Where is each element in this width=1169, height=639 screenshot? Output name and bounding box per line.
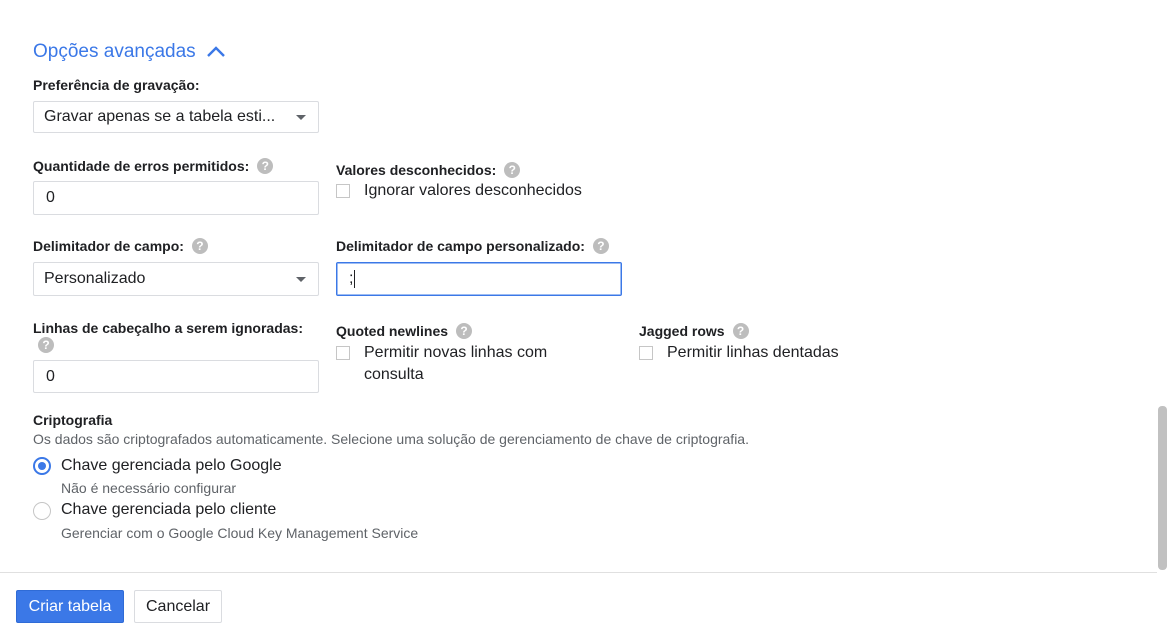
- encryption-description: Os dados são criptografados automaticame…: [33, 431, 749, 447]
- quoted-newlines-label-row: Quoted newlines?: [336, 323, 473, 340]
- allow-quoted-newlines-checkbox[interactable]: [336, 346, 350, 360]
- google-managed-key-label[interactable]: Chave gerenciada pelo Google: [61, 457, 282, 475]
- jagged-rows-label: Jagged rows: [639, 323, 725, 339]
- header-rows-label: Linhas de cabeçalho a serem ignoradas:: [33, 320, 303, 336]
- advanced-options-title: Opções avançadas: [33, 41, 196, 62]
- field-delimiter-value: Personalizado: [44, 270, 146, 287]
- allow-jagged-rows-label: Permitir linhas dentadas: [667, 344, 839, 361]
- unknown-values-label: Valores desconhecidos:: [336, 162, 497, 178]
- ignore-unknown-values-label: Ignorar valores desconhecidos: [364, 182, 582, 199]
- encryption-title: Criptografia: [33, 412, 113, 428]
- google-managed-key-sublabel: Não é necessário configurar: [61, 480, 237, 496]
- text-cursor: [354, 269, 356, 288]
- custom-delimiter-input[interactable]: ;: [336, 262, 622, 296]
- scrollbar-thumb[interactable]: [1158, 406, 1167, 570]
- write-preference-value: Gravar apenas se a tabela esti...: [44, 108, 276, 125]
- help-icon[interactable]: ?: [732, 323, 749, 340]
- allow-quoted-newlines-label: Permitir novas linhas com consulta: [364, 344, 548, 383]
- field-delimiter-label: Delimitador de campo:: [33, 238, 184, 254]
- quoted-newlines-label: Quoted newlines: [336, 323, 449, 339]
- customer-managed-key-sublabel: Gerenciar com o Google Cloud Key Managem…: [61, 525, 419, 541]
- footer-divider: [0, 572, 1157, 573]
- errors-allowed-label-row: Quantidade de erros permitidos:?: [33, 158, 274, 175]
- help-icon[interactable]: ?: [592, 238, 609, 255]
- jagged-rows-label-row: Jagged rows?: [639, 323, 749, 340]
- create-table-button[interactable]: Criar tabela: [16, 590, 124, 623]
- help-icon[interactable]: ?: [257, 158, 274, 175]
- write-preference-select[interactable]: Gravar apenas se a tabela esti...: [33, 101, 319, 133]
- field-delimiter-select[interactable]: Personalizado: [33, 262, 319, 296]
- cancel-button[interactable]: Cancelar: [134, 590, 222, 623]
- custom-delimiter-label-row: Delimitador de campo personalizado:?: [336, 238, 609, 255]
- write-preference-label: Preferência de gravação:: [33, 77, 200, 93]
- custom-delimiter-label: Delimitador de campo personalizado:: [336, 238, 585, 254]
- help-icon[interactable]: ?: [504, 162, 521, 179]
- customer-managed-key-radio[interactable]: [33, 502, 51, 520]
- dropdown-arrow-icon: [296, 115, 306, 120]
- help-icon[interactable]: ?: [38, 336, 54, 353]
- google-managed-key-radio[interactable]: [33, 457, 51, 475]
- errors-allowed-input[interactable]: 0: [33, 181, 319, 215]
- help-icon[interactable]: ?: [456, 323, 473, 340]
- chevron-up-icon: [206, 46, 225, 57]
- ignore-unknown-values-checkbox[interactable]: [336, 184, 350, 198]
- advanced-options-toggle[interactable]: Opções avançadas: [33, 41, 226, 63]
- customer-managed-key-label[interactable]: Chave gerenciada pelo cliente: [61, 501, 276, 519]
- errors-allowed-value: 0: [46, 189, 55, 206]
- dropdown-arrow-icon: [296, 277, 306, 282]
- allow-jagged-rows-checkbox[interactable]: [639, 346, 653, 360]
- header-rows-label-row: Linhas de cabeçalho a serem ignoradas:: [33, 320, 323, 336]
- field-delimiter-label-row: Delimitador de campo:?: [33, 238, 208, 255]
- errors-allowed-label: Quantidade de erros permitidos:: [33, 158, 250, 174]
- unknown-values-label-row: Valores desconhecidos:?: [336, 162, 521, 179]
- header-rows-input[interactable]: 0: [33, 360, 319, 393]
- header-rows-value: 0: [46, 368, 55, 385]
- help-icon[interactable]: ?: [191, 238, 208, 255]
- custom-delimiter-value: ;: [349, 270, 354, 287]
